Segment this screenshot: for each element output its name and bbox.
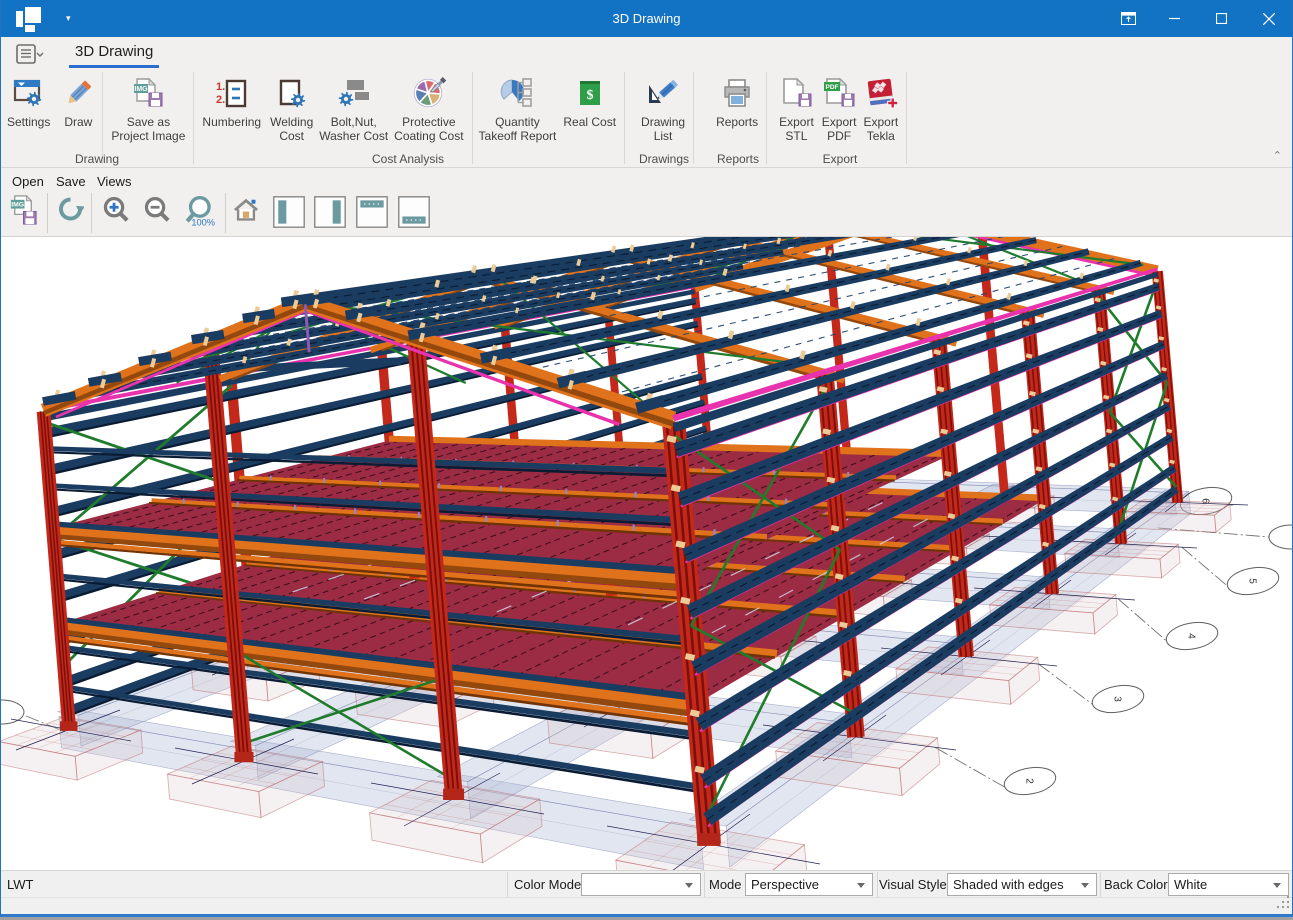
svg-text:3: 3 (1112, 696, 1123, 702)
svg-text:2.: 2. (216, 94, 225, 106)
svg-text:4: 4 (1186, 633, 1197, 639)
svg-text:100%: 100% (191, 217, 215, 227)
svg-text:IMG: IMG (11, 202, 24, 209)
svg-text:$: $ (586, 88, 593, 103)
svg-text:1.: 1. (216, 81, 225, 93)
svg-text:5: 5 (1247, 578, 1258, 584)
svg-text:PDF: PDF (826, 84, 839, 91)
svg-text:2: 2 (1024, 778, 1035, 784)
svg-text:IMG: IMG (135, 86, 149, 93)
